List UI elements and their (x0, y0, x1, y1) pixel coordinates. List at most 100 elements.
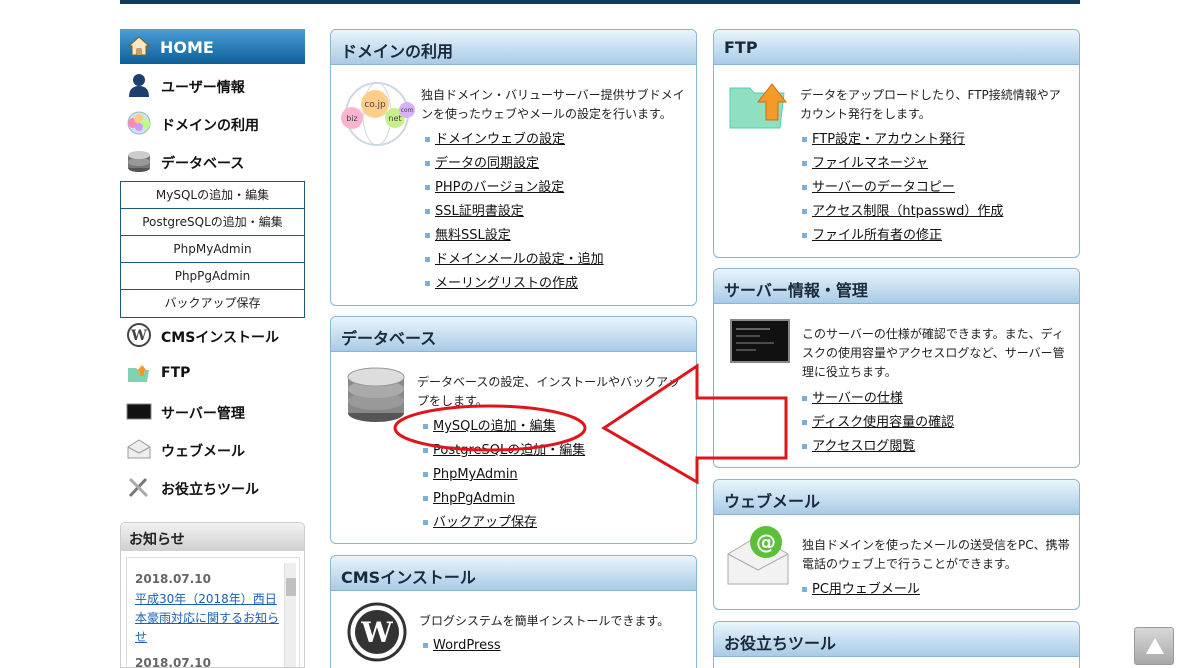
link-backup[interactable]: バックアップ保存 (433, 515, 537, 530)
link-postgresql[interactable]: PostgreSQLの追加・編集 (433, 443, 585, 458)
list-item: PhpMyAdmin (423, 465, 585, 489)
list-item: PhpPgAdmin (423, 489, 585, 513)
server-links: サーバーの仕様 ディスク使用容量の確認 アクセスログ閲覧 (802, 389, 954, 461)
link-file-owner[interactable]: ファイル所有者の修正 (812, 228, 942, 243)
subnav-backup[interactable]: バックアップ保存 (121, 290, 304, 317)
list-item: ドメインウェブの設定 (425, 130, 604, 154)
panel-description: データをアップロードしたり、FTP接続情報やアカウント発行をします。 (800, 88, 1061, 121)
sidebar-item-label: FTP (161, 365, 191, 381)
globe-label: net (388, 114, 401, 123)
mail-icon (127, 439, 151, 459)
link-server-spec[interactable]: サーバーの仕様 (812, 391, 903, 406)
list-item: MySQLの追加・編集 (423, 417, 585, 441)
sidebar-item-label: ユーザー情報 (161, 80, 245, 96)
notice-title: お知らせ (121, 523, 304, 551)
notice-body: 2018.07.10 平成30年（2018年）西日本豪雨対応に関するお知らせ 2… (126, 557, 300, 667)
domain-panel: ドメインの利用 co.jp net com biz 独自ドメイン・バリューサーバ… (330, 29, 697, 306)
link-file-manager[interactable]: ファイルマネージャ (812, 156, 928, 171)
panel-title: CMSインストール (331, 556, 696, 591)
webmail-panel: ウェブメール @ 独自ドメインを使ったメールの送受信をPC、携帯電話のウェブ上で… (713, 479, 1080, 610)
link-domain-mail[interactable]: ドメインメールの設定・追加 (435, 252, 604, 267)
link-free-ssl[interactable]: 無料SSL設定 (435, 228, 511, 243)
cms-links: WordPress (423, 636, 501, 660)
database-links: MySQLの追加・編集 PostgreSQLの追加・編集 PhpMyAdmin … (423, 417, 585, 537)
cms-panel: CMSインストール W ブログシステムを簡単インストールできます。 WordPr… (330, 555, 697, 668)
list-item: メーリングリストの作成 (425, 274, 604, 298)
link-mysql[interactable]: MySQLの追加・編集 (433, 419, 556, 434)
sidebar-item-domain[interactable]: ドメインの利用 (120, 106, 305, 140)
list-item: PHPのバージョン設定 (425, 178, 604, 202)
link-ssl[interactable]: SSL証明書設定 (435, 204, 524, 219)
svg-text:@: @ (756, 530, 776, 554)
list-item: アクセスログ閲覧 (802, 437, 954, 461)
sidebar-item-server[interactable]: サーバー管理 (120, 394, 305, 428)
globe-label: biz (346, 114, 358, 123)
wordpress-icon: W (347, 602, 407, 662)
link-ftp-account[interactable]: FTP設定・アカウント発行 (812, 132, 965, 147)
sidebar-item-database[interactable]: データベース (120, 144, 305, 178)
terminal-icon (730, 319, 790, 363)
link-disk-usage[interactable]: ディスク使用容量の確認 (812, 415, 954, 430)
sidebar-item-label: ウェブメール (161, 444, 245, 460)
sidebar-item-label: お役立ちツール (161, 482, 259, 498)
subnav-phppgadmin[interactable]: PhpPgAdmin (121, 263, 304, 290)
panel-description: 独自ドメイン・バリューサーバー提供サブドメインを使ったウェブやメールの設定を行い… (421, 88, 685, 121)
webmail-icon: @ (727, 526, 789, 585)
link-server-copy[interactable]: サーバーのデータコピー (812, 180, 955, 195)
webmail-links: PC用ウェブメール (802, 580, 920, 604)
list-item: ファイル所有者の修正 (802, 226, 1003, 250)
scroll-to-top-button[interactable] (1134, 627, 1174, 665)
sidebar-item-webmail[interactable]: ウェブメール (120, 432, 305, 466)
sidebar-item-label: データベース (161, 156, 245, 172)
sidebar-item-label: サーバー管理 (161, 406, 245, 422)
terminal-icon (126, 403, 152, 420)
list-item: サーバーの仕様 (802, 389, 954, 413)
panel-description: 独自ドメインを使ったメールの送受信をPC、携帯電話のウェブ上で行うことができます… (802, 538, 1070, 571)
list-item: 無料SSL設定 (425, 226, 604, 250)
link-phppgadmin[interactable]: PhpPgAdmin (433, 491, 515, 506)
subnav-phpmyadmin[interactable]: PhpMyAdmin (121, 236, 304, 263)
sidebar-home[interactable]: HOME (120, 29, 305, 64)
ftp-folder-icon (128, 365, 149, 382)
tools-icon (128, 477, 149, 498)
link-domain-web[interactable]: ドメインウェブの設定 (435, 132, 565, 147)
sidebar-item-tools[interactable]: お役立ちツール (120, 470, 305, 504)
subnav-postgresql[interactable]: PostgreSQLの追加・編集 (121, 209, 304, 236)
notice-date: 2018.07.10 (135, 572, 211, 586)
list-item: PostgreSQLの追加・編集 (423, 441, 585, 465)
panel-description: データベースの設定、インストールやバックアップをします。 (417, 375, 681, 408)
link-phpmyadmin[interactable]: PhpMyAdmin (433, 467, 518, 482)
globe-label: co.jp (364, 100, 386, 110)
panel-title: データベース (331, 317, 696, 352)
panel-title: ドメインの利用 (331, 30, 696, 65)
list-item: ディスク使用容量の確認 (802, 413, 954, 437)
scrollbar-thumb[interactable] (286, 578, 296, 596)
link-htpasswd[interactable]: アクセス制限（htpasswd）作成 (812, 204, 1003, 219)
panel-description: このサーバーの仕様が確認できます。また、ディスクの使用容量やアクセスログなど、サ… (802, 327, 1065, 379)
panel-title: ウェブメール (714, 480, 1079, 515)
user-icon (129, 74, 149, 97)
notice-link[interactable]: 平成30年（2018年）西日本豪雨対応に関するお知らせ (135, 590, 285, 647)
wordpress-icon: W (127, 323, 151, 347)
subnav-mysql[interactable]: MySQLの追加・編集 (121, 182, 304, 209)
link-access-log[interactable]: アクセスログ閲覧 (812, 439, 915, 454)
link-mailing-list[interactable]: メーリングリストの作成 (435, 276, 578, 291)
sidebar-item-ftp[interactable]: FTP (120, 356, 305, 390)
sidebar-item-cms[interactable]: W CMSインストール (120, 318, 305, 352)
list-item: ファイルマネージャ (802, 154, 1003, 178)
link-pc-webmail[interactable]: PC用ウェブメール (812, 582, 920, 597)
link-sync[interactable]: データの同期設定 (435, 156, 539, 171)
database-panel: データベース データベースの設定、インストールやバックアップをします。 MySQ… (330, 316, 697, 544)
tools-panel: お役立ちツール (713, 621, 1080, 668)
link-wordpress[interactable]: WordPress (433, 638, 501, 653)
domain-links: ドメインウェブの設定 データの同期設定 PHPのバージョン設定 SSL証明書設定… (425, 130, 604, 298)
list-item: SSL証明書設定 (425, 202, 604, 226)
list-item: サーバーのデータコピー (802, 178, 1003, 202)
notice-scrollbar[interactable] (284, 563, 296, 667)
globe-label: com (401, 107, 414, 114)
notice-box: お知らせ 2018.07.10 平成30年（2018年）西日本豪雨対応に関するお… (120, 522, 305, 668)
sidebar-item-label: CMSインストール (161, 330, 280, 346)
link-php-version[interactable]: PHPのバージョン設定 (435, 180, 564, 195)
list-item: PC用ウェブメール (802, 580, 920, 604)
sidebar-item-user[interactable]: ユーザー情報 (120, 68, 305, 102)
